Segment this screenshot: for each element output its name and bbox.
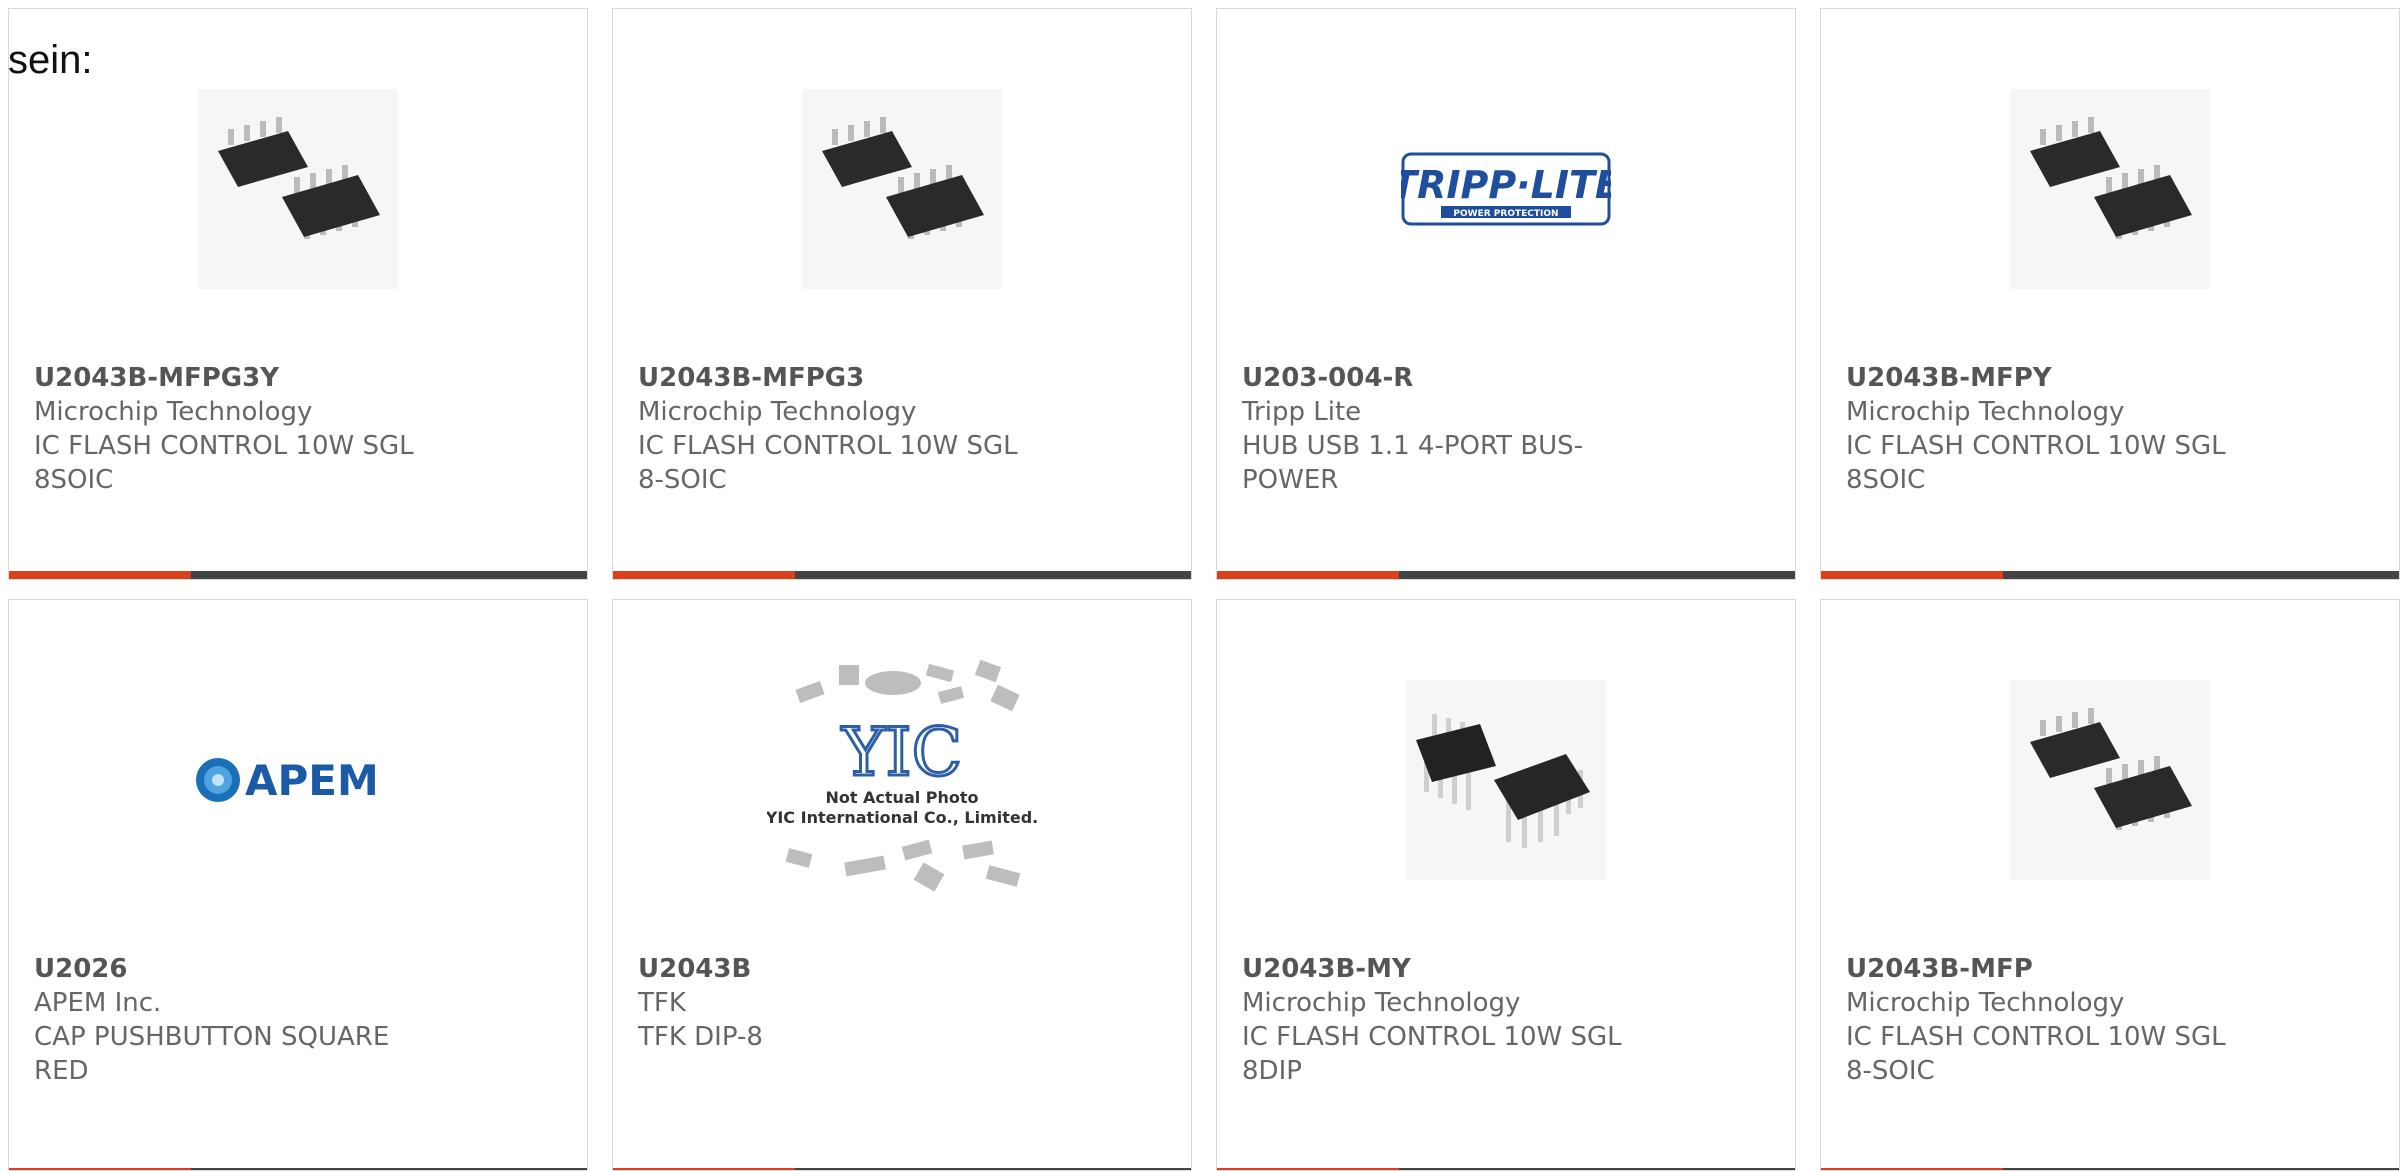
card-bar: [1217, 571, 1795, 579]
description: CAP PUSHBUTTON SQUARE RED: [34, 1022, 390, 1086]
part-number[interactable]: U2043B-MFPY: [1846, 361, 2256, 395]
product-image-soic: [9, 79, 587, 299]
description: IC FLASH CONTROL 10W SGL 8-SOIC: [1846, 1022, 2226, 1086]
logo-text: APEM: [245, 756, 379, 805]
product-image-dip: [1217, 670, 1795, 890]
product-card[interactable]: U2043B-MFP Microchip Technology IC FLASH…: [1820, 599, 2400, 1171]
product-card[interactable]: U2043B-MFPY Microchip Technology IC FLAS…: [1820, 8, 2400, 580]
part-number[interactable]: U2043B-MY: [1242, 952, 1652, 986]
product-card[interactable]: U2043B-MFPG3 Microchip Technology IC FLA…: [612, 8, 1192, 580]
part-number[interactable]: U203-004-R: [1242, 361, 1652, 395]
product-card[interactable]: U2043B-MFPG3Y Microchip Technology IC FL…: [8, 8, 588, 580]
part-number[interactable]: U2043B: [638, 952, 1048, 986]
part-number[interactable]: U2026: [34, 952, 444, 986]
placeholder-image: YIC Not Actual Photo YIC International C…: [613, 659, 1191, 892]
description: HUB USB 1.1 4-PORT BUS-POWER: [1242, 431, 1584, 495]
product-card[interactable]: YIC Not Actual Photo YIC International C…: [612, 599, 1192, 1171]
product-image-soic: [1821, 79, 2399, 299]
part-number[interactable]: U2043B-MFPG3Y: [34, 361, 444, 395]
card-bar: [9, 571, 587, 579]
intro-text: sein:: [8, 38, 93, 82]
manufacturer: Microchip Technology: [1846, 397, 2125, 427]
manufacturer: Microchip Technology: [34, 397, 313, 427]
card-bar-accent: [1217, 571, 1399, 579]
card-bar: [613, 571, 1191, 579]
card-bar-accent: [9, 571, 191, 579]
logo-subtext: POWER PROTECTION: [1453, 209, 1558, 219]
description: IC FLASH CONTROL 10W SGL 8-SOIC: [638, 431, 1018, 495]
card-bar: [1821, 571, 2399, 579]
product-card[interactable]: U2043B-MY Microchip Technology IC FLASH …: [1216, 599, 1796, 1171]
product-card[interactable]: APEM U2026 APEM Inc. CAP PUSHBUTTON SQUA…: [8, 599, 588, 1171]
logo-text: YIC: [841, 714, 962, 791]
description: IC FLASH CONTROL 10W SGL 8SOIC: [1846, 431, 2226, 495]
description: IC FLASH CONTROL 10W SGL 8DIP: [1242, 1022, 1622, 1086]
product-image-soic: [613, 79, 1191, 299]
tripp-lite-logo: TRIPP·LITE POWER PROTECTION: [1217, 79, 1795, 299]
part-number[interactable]: U2043B-MFP: [1846, 952, 2256, 986]
description: IC FLASH CONTROL 10W SGL 8SOIC: [34, 431, 414, 495]
product-image-soic: [1821, 670, 2399, 890]
manufacturer: APEM Inc.: [34, 988, 162, 1018]
card-bar-accent: [1821, 571, 2003, 579]
placeholder-company: YIC International Co., Limited.: [767, 808, 1037, 827]
manufacturer: Microchip Technology: [638, 397, 917, 427]
description: TFK DIP-8: [638, 1022, 763, 1052]
manufacturer: Tripp Lite: [1242, 397, 1362, 427]
manufacturer: Microchip Technology: [1242, 988, 1521, 1018]
part-number[interactable]: U2043B-MFPG3: [638, 361, 1048, 395]
logo-text: TRIPP·LITE: [1401, 163, 1611, 207]
apem-logo: APEM: [9, 670, 587, 890]
manufacturer: TFK: [638, 988, 686, 1018]
placeholder-note: Not Actual Photo: [825, 788, 978, 807]
card-bar-accent: [613, 571, 795, 579]
product-card[interactable]: TRIPP·LITE POWER PROTECTION U203-004-R T…: [1216, 8, 1796, 580]
manufacturer: Microchip Technology: [1846, 988, 2125, 1018]
